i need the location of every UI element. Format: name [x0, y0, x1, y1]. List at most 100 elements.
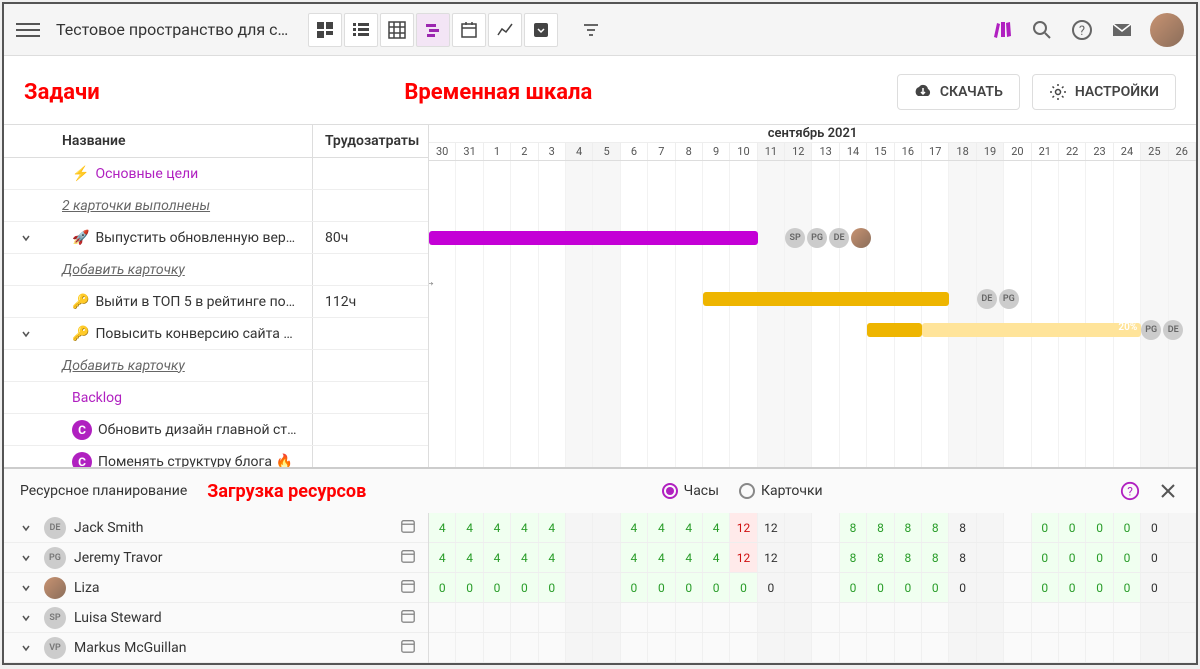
day-cell[interactable]: 23 — [1086, 143, 1113, 160]
gantt-bar[interactable] — [429, 231, 758, 245]
task-row[interactable]: ⚡Основные цели — [4, 158, 428, 190]
resource-row[interactable]: SPLuisa Steward — [4, 603, 428, 633]
resource-cell[interactable] — [566, 603, 593, 632]
resource-cell[interactable] — [593, 633, 620, 662]
resource-cell[interactable] — [1169, 543, 1196, 572]
gantt-row[interactable]: 20%PGDE — [429, 314, 1196, 345]
resource-cell[interactable] — [593, 603, 620, 632]
resource-cell[interactable] — [1004, 513, 1031, 542]
resource-cell[interactable] — [648, 603, 675, 632]
view-chart-icon[interactable] — [488, 13, 522, 47]
gantt-row[interactable] — [429, 253, 1196, 284]
resize-handle-icon[interactable]: ↔ — [429, 271, 439, 291]
gantt-row[interactable] — [429, 345, 1196, 376]
resource-cell[interactable]: 0 — [1086, 513, 1113, 542]
resource-cell[interactable]: 0 — [895, 573, 922, 602]
gantt-row[interactable] — [429, 192, 1196, 223]
resource-cell[interactable]: 8 — [922, 543, 949, 572]
resource-cell[interactable]: 8 — [895, 513, 922, 542]
chevron-down-icon[interactable] — [16, 328, 36, 340]
resource-cell[interactable] — [1032, 603, 1059, 632]
resource-cell[interactable] — [429, 603, 456, 632]
avatar[interactable] — [851, 228, 871, 248]
resource-cell[interactable] — [922, 603, 949, 632]
resource-cell[interactable] — [1004, 573, 1031, 602]
resource-cell[interactable] — [812, 543, 839, 572]
resource-cell[interactable]: 0 — [648, 573, 675, 602]
resource-cell[interactable] — [676, 633, 703, 662]
resource-cell[interactable] — [785, 603, 812, 632]
resource-cell[interactable] — [648, 633, 675, 662]
resource-cell[interactable] — [812, 603, 839, 632]
resource-cell[interactable] — [977, 513, 1004, 542]
resource-cell[interactable] — [785, 573, 812, 602]
close-icon[interactable] — [1156, 479, 1180, 503]
task-row[interactable]: 🚀Выпустить обновленную вер…80ч — [4, 222, 428, 254]
books-icon[interactable] — [990, 18, 1014, 42]
view-table-icon[interactable] — [380, 13, 414, 47]
gantt-row[interactable] — [429, 161, 1196, 192]
view-calendar-icon[interactable] — [452, 13, 486, 47]
task-link[interactable]: Добавить карточку — [62, 358, 185, 374]
task-effort[interactable] — [313, 158, 428, 189]
gantt-bar[interactable] — [703, 292, 950, 306]
task-effort[interactable] — [313, 446, 428, 467]
user-avatar[interactable] — [1150, 13, 1184, 47]
task-row[interactable]: CПоменять структуру блога 🔥 — [4, 446, 428, 467]
resource-cell[interactable]: 4 — [676, 513, 703, 542]
task-link[interactable]: 2 карточки выполнены — [62, 198, 210, 214]
resource-cell[interactable] — [977, 633, 1004, 662]
task-row[interactable]: 🔑Выйти в ТОП 5 в рейтинге по…112ч — [4, 286, 428, 318]
resource-cell[interactable] — [867, 633, 894, 662]
resource-cell[interactable]: 0 — [484, 573, 511, 602]
resource-cell[interactable]: 8 — [949, 543, 976, 572]
resource-cell[interactable] — [1004, 633, 1031, 662]
day-cell[interactable]: 13 — [812, 143, 839, 160]
space-title[interactable]: Тестовое пространство для с… — [56, 20, 288, 39]
task-row[interactable]: CОбновить дизайн главной ст… — [4, 414, 428, 446]
resource-cell[interactable]: 4 — [539, 543, 566, 572]
calendar-icon[interactable] — [400, 638, 416, 658]
resource-cell[interactable] — [949, 603, 976, 632]
view-archive-icon[interactable] — [524, 13, 558, 47]
view-list-icon[interactable] — [344, 13, 378, 47]
resource-cell[interactable]: 0 — [1114, 513, 1141, 542]
settings-button[interactable]: НАСТРОЙКИ — [1032, 74, 1176, 110]
resource-cell[interactable]: 4 — [456, 513, 483, 542]
avatar[interactable]: PG — [1141, 320, 1161, 340]
col-name-header[interactable]: Название — [4, 125, 313, 157]
resource-cell[interactable] — [840, 603, 867, 632]
resource-cell[interactable] — [539, 603, 566, 632]
gantt-row[interactable] — [429, 436, 1196, 467]
resource-cell[interactable]: 4 — [621, 543, 648, 572]
calendar-icon[interactable] — [400, 548, 416, 568]
resource-cell[interactable] — [1004, 603, 1031, 632]
resource-cell[interactable]: 0 — [1141, 573, 1168, 602]
resource-cell[interactable]: 12 — [758, 513, 785, 542]
gantt-row[interactable] — [429, 406, 1196, 437]
task-row[interactable]: 2 карточки выполнены — [4, 190, 428, 222]
chevron-down-icon[interactable] — [16, 552, 36, 564]
resource-cell[interactable]: 0 — [429, 573, 456, 602]
resource-cell[interactable] — [977, 543, 1004, 572]
avatar[interactable]: DE — [829, 228, 849, 248]
resource-cell[interactable] — [730, 603, 757, 632]
resource-cell[interactable]: 0 — [703, 573, 730, 602]
help-icon[interactable]: ? — [1070, 18, 1094, 42]
resource-cell[interactable]: 4 — [703, 543, 730, 572]
resource-row[interactable]: Liza — [4, 573, 428, 603]
resource-cell[interactable]: 4 — [511, 513, 538, 542]
avatar[interactable]: SP — [785, 228, 805, 248]
resource-cell[interactable] — [977, 603, 1004, 632]
resource-cell[interactable] — [703, 633, 730, 662]
day-cell[interactable]: 9 — [703, 143, 730, 160]
resource-cell[interactable] — [840, 633, 867, 662]
resource-cell[interactable] — [566, 543, 593, 572]
resource-cell[interactable]: 0 — [867, 573, 894, 602]
resource-cell[interactable]: 8 — [867, 513, 894, 542]
day-cell[interactable]: 25 — [1141, 143, 1168, 160]
task-effort[interactable] — [313, 318, 428, 349]
resource-cell[interactable]: 4 — [539, 513, 566, 542]
day-cell[interactable]: 4 — [566, 143, 593, 160]
menu-icon[interactable] — [16, 18, 40, 42]
